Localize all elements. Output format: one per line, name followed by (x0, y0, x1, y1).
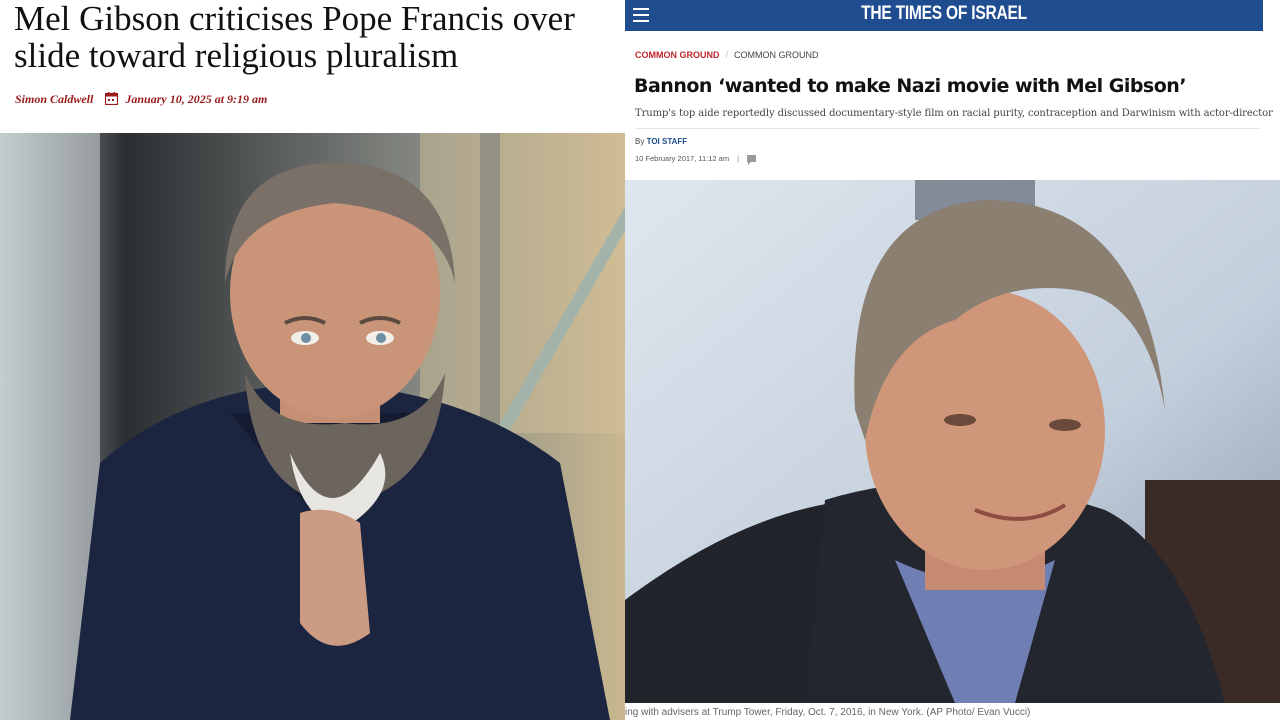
right-article-panel: THE TIMES OF ISRAEL COMMON GROUND / COMM… (625, 0, 1280, 720)
right-article-date: 10 February 2017, 11:12 am (635, 154, 730, 163)
byline: By TOI STAFF (635, 137, 687, 146)
dateline: 10 February 2017, 11:12 am | (635, 154, 757, 165)
right-article-photo (625, 180, 1280, 703)
site-logo[interactable]: THE TIMES OF ISRAEL (682, 3, 1205, 25)
left-article-headline: Mel Gibson criticises Pope Francis over … (14, 0, 575, 75)
left-article-author[interactable]: Simon Caldwell (15, 92, 93, 107)
breadcrumb-separator: / (725, 50, 729, 60)
left-article-date: January 10, 2025 at 9:19 am (125, 91, 268, 106)
dateline-divider: | (737, 154, 740, 163)
site-header-bar: THE TIMES OF ISRAEL (625, 0, 1263, 31)
breadcrumb: COMMON GROUND / COMMON GROUND (635, 50, 819, 60)
divider (635, 128, 1260, 129)
left-article-panel: Mel Gibson criticises Pope Francis over … (0, 0, 625, 720)
byline-author[interactable]: TOI STAFF (647, 137, 688, 146)
left-article-meta: Simon Caldwell January 10, 2025 at 9:19 … (15, 90, 267, 108)
calendar-icon (105, 92, 119, 106)
category-link-secondary[interactable]: COMMON GROUND (734, 50, 819, 60)
photo-caption: ing with advisers at Trump Tower, Friday… (625, 707, 1031, 718)
comment-icon[interactable] (747, 155, 757, 165)
right-article-subheadline: Trump's top aide reportedly discussed do… (635, 108, 1273, 119)
right-article-headline: Bannon ‘wanted to make Nazi movie with M… (634, 75, 1187, 97)
category-link-primary[interactable]: COMMON GROUND (635, 50, 720, 60)
left-article-photo (0, 133, 625, 720)
hamburger-menu-icon[interactable] (633, 8, 649, 22)
byline-prefix: By (635, 137, 645, 146)
